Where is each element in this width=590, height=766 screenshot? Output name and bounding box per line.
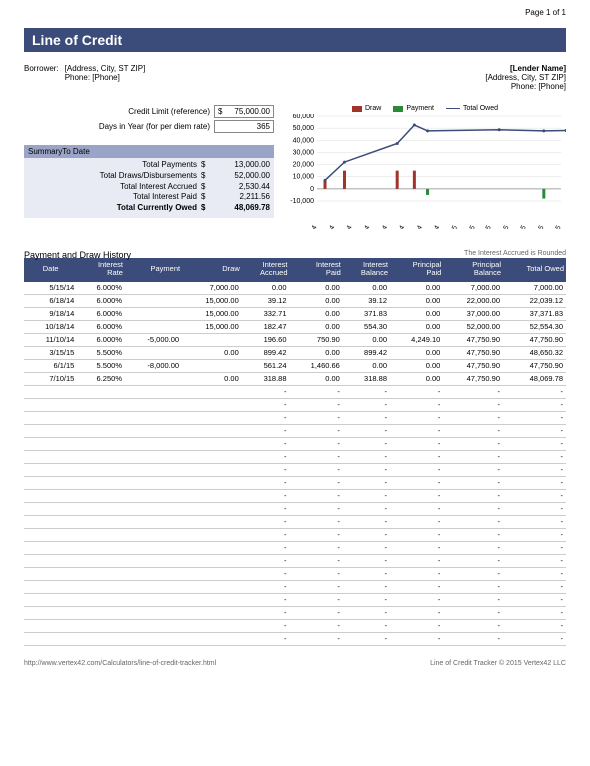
borrower-address: [Address, City, ST ZIP] xyxy=(65,64,146,73)
svg-text:30,000: 30,000 xyxy=(293,149,315,156)
table-row: ------ xyxy=(24,619,566,632)
table-row: ------ xyxy=(24,593,566,606)
svg-text:40,000: 40,000 xyxy=(293,137,315,144)
chart-legend: Draw Payment Total Owed xyxy=(284,105,566,112)
svg-text:5/1/14: 5/1/14 xyxy=(303,224,319,229)
svg-text:7/1/14: 7/1/14 xyxy=(338,224,354,229)
table-header: PrincipalBalance xyxy=(443,258,503,281)
svg-text:50,000: 50,000 xyxy=(293,125,315,132)
svg-text:7/1/15: 7/1/15 xyxy=(547,224,563,229)
lender-name: [Lender Name] xyxy=(485,64,566,73)
svg-text:10,000: 10,000 xyxy=(293,174,315,181)
days-value[interactable]: 365 xyxy=(214,120,274,133)
table-header: Date xyxy=(24,258,77,281)
table-row: ------ xyxy=(24,541,566,554)
summary-header: SummaryTo Date xyxy=(24,145,274,158)
svg-text:9/1/14: 9/1/14 xyxy=(373,224,389,229)
table-header: InterestRate xyxy=(77,258,125,281)
table-row: ------ xyxy=(24,632,566,645)
chart: Draw Payment Total Owed -10,000 0 10,000 20… xyxy=(284,105,566,240)
svg-text:0: 0 xyxy=(310,186,314,193)
table-row: 6/1/155.500%-8,000.00561.241,460.660.000… xyxy=(24,359,566,372)
table-header: Total Owed xyxy=(503,258,566,281)
table-row: ------ xyxy=(24,450,566,463)
table-row: ------ xyxy=(24,476,566,489)
table-row: ------ xyxy=(24,398,566,411)
svg-text:6/1/15: 6/1/15 xyxy=(530,224,546,229)
table-row: 3/15/155.500%0.00899.420.00899.420.0047,… xyxy=(24,346,566,359)
svg-text:1/1/15: 1/1/15 xyxy=(443,224,459,229)
footer-left: http://www.vertex42.com/Calculators/line… xyxy=(24,660,216,667)
borrower-block: Borrower: [Address, City, ST ZIP] Phone:… xyxy=(24,64,145,91)
svg-text:2/1/15: 2/1/15 xyxy=(461,224,477,229)
credit-limit-label: Credit Limit (reference) xyxy=(24,107,210,116)
table-row: ------ xyxy=(24,463,566,476)
table-header: Payment xyxy=(125,258,182,281)
table-row: ------ xyxy=(24,580,566,593)
table-header: Draw xyxy=(182,258,242,281)
table-row: ------ xyxy=(24,502,566,515)
svg-text:8/1/14: 8/1/14 xyxy=(356,224,372,229)
table-row: ------ xyxy=(24,424,566,437)
page-number: Page 1 of 1 xyxy=(525,8,566,17)
svg-text:10/1/14: 10/1/14 xyxy=(389,224,407,229)
svg-text:6/1/14: 6/1/14 xyxy=(321,224,337,229)
table-row: 10/18/146.000%15,000.00182.470.00554.300… xyxy=(24,320,566,333)
table-row: 9/18/146.000%15,000.00332.710.00371.830.… xyxy=(24,307,566,320)
svg-text:4/1/15: 4/1/15 xyxy=(495,224,511,229)
table-row: 11/10/146.000%-5,000.00196.60750.900.004… xyxy=(24,333,566,346)
table-row: 7/10/156.250%0.00318.880.00318.880.0047,… xyxy=(24,372,566,385)
svg-text:3/1/15: 3/1/15 xyxy=(477,224,493,229)
svg-text:5/1/15: 5/1/15 xyxy=(512,224,528,229)
table-row: ------ xyxy=(24,437,566,450)
table-row: ------ xyxy=(24,606,566,619)
footer-right: Line of Credit Tracker © 2015 Vertex42 L… xyxy=(430,660,566,667)
chart-svg: -10,000 0 10,000 20,000 30,000 40,000 50,000 60… xyxy=(284,114,566,229)
title-bar: Line of Credit xyxy=(24,28,566,52)
table-row: ------ xyxy=(24,385,566,398)
table-row: ------ xyxy=(24,528,566,541)
days-label: Days in Year (for per diem rate) xyxy=(24,122,210,131)
table-header: InterestAccrued xyxy=(242,258,290,281)
svg-text:12/1/14: 12/1/14 xyxy=(424,224,442,229)
table-row: 6/18/146.000%15,000.0039.120.0039.120.00… xyxy=(24,294,566,307)
svg-text:60,000: 60,000 xyxy=(293,114,315,120)
svg-text:11/1/14: 11/1/14 xyxy=(407,224,425,229)
credit-limit-value[interactable]: $ 75,000.00 xyxy=(214,105,274,118)
svg-text:-10,000: -10,000 xyxy=(290,198,314,205)
history-table: DateInterestRatePaymentDrawInterestAccru… xyxy=(24,258,566,646)
lender-address: [Address, City, ST ZIP] xyxy=(485,73,566,82)
table-header: InterestBalance xyxy=(343,258,390,281)
lender-phone: Phone: [Phone] xyxy=(485,82,566,91)
borrower-phone: Phone: [Phone] xyxy=(65,73,146,82)
table-row: ------ xyxy=(24,489,566,502)
summary-body: Total Payments$13,000.00Total Draws/Disb… xyxy=(24,158,274,218)
table-header: PrincipalPaid xyxy=(390,258,443,281)
table-row: ------ xyxy=(24,515,566,528)
table-header: InterestPaid xyxy=(290,258,343,281)
table-row: ------ xyxy=(24,554,566,567)
table-row: 5/15/146.000%7,000.000.000.000.000.007,0… xyxy=(24,281,566,294)
svg-text:20,000: 20,000 xyxy=(293,162,315,169)
lender-block: [Lender Name] [Address, City, ST ZIP] Ph… xyxy=(485,64,566,91)
table-row: ------ xyxy=(24,411,566,424)
table-row: ------ xyxy=(24,567,566,580)
borrower-label: Borrower: xyxy=(24,64,59,91)
